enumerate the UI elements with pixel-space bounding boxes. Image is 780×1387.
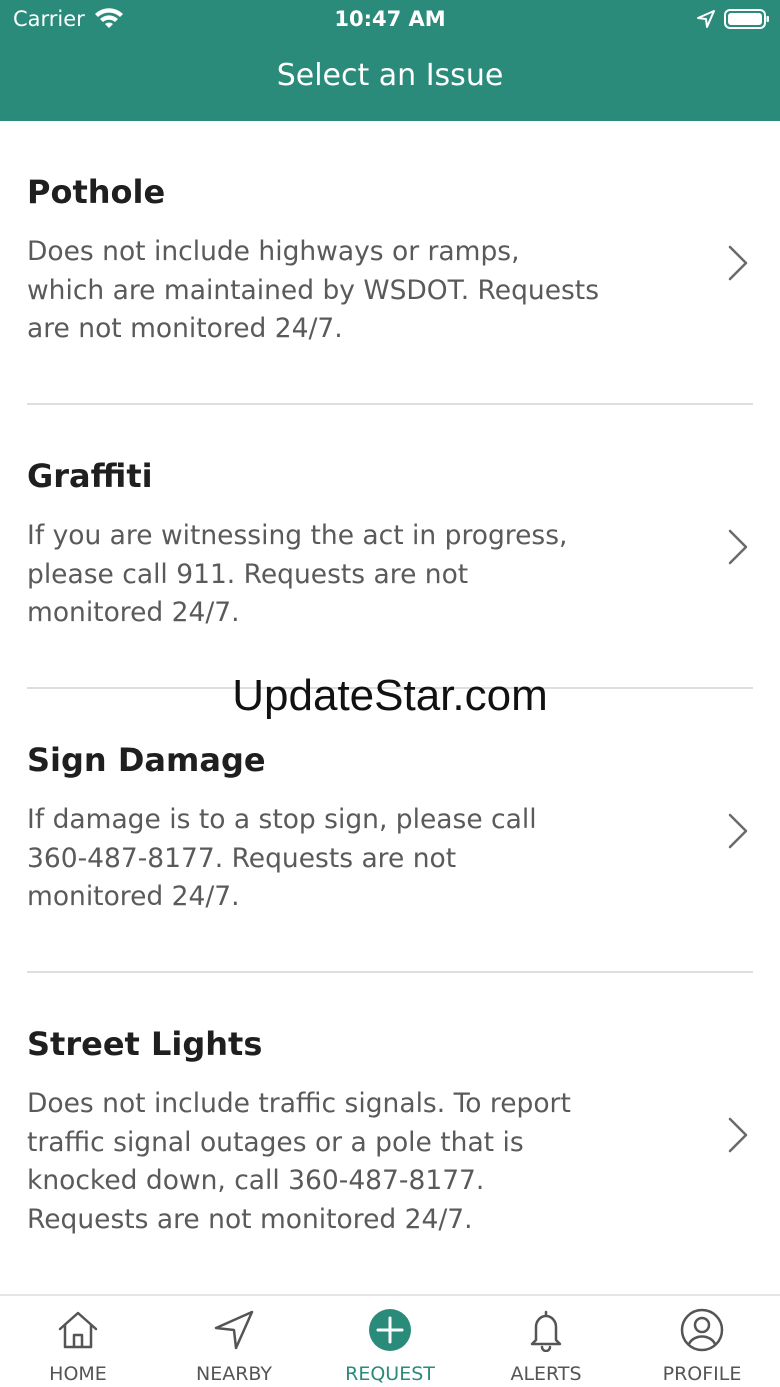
- description-line: traffic signal outages or a pole that is: [27, 1126, 524, 1158]
- issue-description: If you are witnessing the act in progres…: [27, 517, 617, 633]
- tab-label: PROFILE: [662, 1363, 742, 1385]
- location-arrow-icon: [697, 10, 715, 28]
- description-line: monitored 24/7.: [27, 881, 240, 912]
- description-line: monitored 24/7.: [27, 597, 240, 628]
- tab-label: HOME: [49, 1363, 107, 1385]
- user-circle-icon: [680, 1308, 724, 1352]
- issue-item-graffiti[interactable]: Graffiti If you are witnessing the act i…: [0, 405, 780, 689]
- description-line: knocked down, call 360-487-8177.: [27, 1165, 485, 1196]
- description-line: which are maintained by WSDOT. Requests: [27, 274, 600, 306]
- description-line: Requests are not monitored 24/7.: [27, 1203, 473, 1235]
- issue-description: Does not include traffic signals. To rep…: [27, 1085, 617, 1239]
- tab-alerts[interactable]: ALERTS: [468, 1296, 624, 1387]
- watermark-text: UpdateStar.com: [232, 671, 548, 720]
- tab-bar: HOME NEARBY REQUEST ALERTS PROFILE: [0, 1294, 780, 1387]
- battery-icon: [724, 9, 769, 29]
- description-line: 360-487-8177. Requests are not: [27, 842, 457, 874]
- tab-label: NEARBY: [195, 1363, 273, 1385]
- issue-description: If damage is to a stop sign, please call…: [27, 801, 617, 917]
- issue-title: Street Lights: [27, 1025, 263, 1063]
- issue-title: Pothole: [27, 173, 166, 211]
- app-header: Carrier 10:47 AM Select an Issue: [0, 0, 780, 121]
- page-title: Select an Issue: [276, 58, 504, 93]
- home-icon: [58, 1311, 98, 1349]
- description-line: Does not include highways or ramps,: [27, 236, 520, 267]
- issue-title: Sign Damage: [27, 741, 266, 779]
- chevron-right-icon: [728, 529, 748, 565]
- plus-circle-icon: [369, 1309, 411, 1351]
- description-line: Does not include traffic signals. To rep…: [27, 1088, 571, 1119]
- description-line: please call 911. Requests are not: [27, 558, 469, 590]
- description-line: If damage is to a stop sign, please call: [27, 804, 537, 835]
- issue-item-sign-damage[interactable]: Sign Damage If damage is to a stop sign,…: [0, 689, 780, 973]
- issue-item-street-lights[interactable]: Street Lights Does not include traffic s…: [0, 973, 780, 1273]
- chevron-right-icon: [728, 245, 748, 281]
- status-time: 10:47 AM: [334, 7, 446, 31]
- bell-icon: [530, 1310, 562, 1352]
- description-line: are not monitored 24/7.: [27, 313, 343, 344]
- chevron-right-icon: [728, 1117, 748, 1153]
- issue-description: Does not include highways or ramps, whic…: [27, 233, 617, 349]
- tab-label: REQUEST: [345, 1363, 435, 1385]
- tab-nearby[interactable]: NEARBY: [156, 1296, 312, 1387]
- tab-request[interactable]: REQUEST: [312, 1296, 468, 1387]
- status-bar: Carrier 10:47 AM: [0, 0, 780, 40]
- tab-label: ALERTS: [510, 1363, 582, 1385]
- issue-item-pothole[interactable]: Pothole Does not include highways or ram…: [0, 121, 780, 405]
- chevron-right-icon: [728, 813, 748, 849]
- description-line: If you are witnessing the act in progres…: [27, 520, 568, 551]
- tab-home[interactable]: HOME: [0, 1296, 156, 1387]
- tab-profile[interactable]: PROFILE: [624, 1296, 780, 1387]
- navigation-arrow-icon: [214, 1310, 254, 1350]
- issue-title: Graffiti: [27, 457, 153, 495]
